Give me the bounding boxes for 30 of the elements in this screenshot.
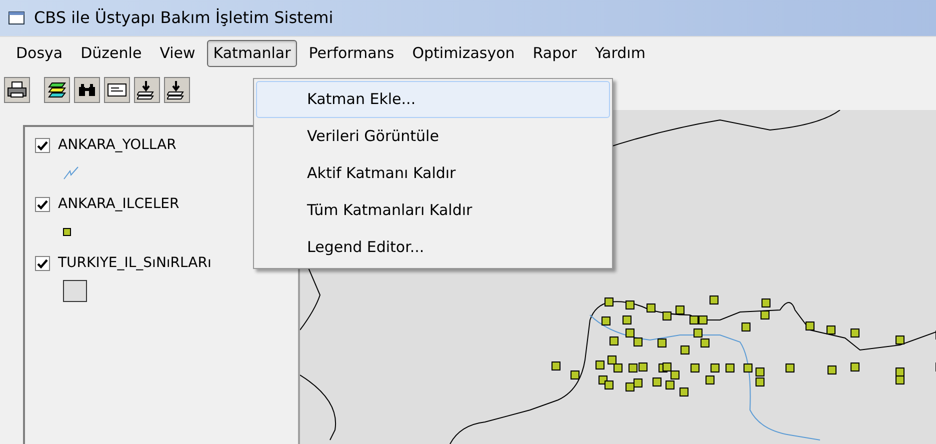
menu-item[interactable]: Optimizasyon (406, 40, 521, 67)
layer-name: TURKIYE_IL_SıNıRLARı (58, 254, 212, 273)
layer-name: ANKARA_ILCELER (58, 195, 180, 214)
window-icon (8, 10, 26, 26)
menu-item[interactable]: Düzenle (74, 40, 148, 67)
polygon-symbol-icon (63, 280, 87, 302)
layer-checkbox[interactable] (35, 256, 50, 271)
menu-item[interactable]: View (154, 40, 202, 67)
binoculars-icon[interactable] (74, 77, 100, 103)
window-title: CBS ile Üstyapı Bakım İşletim Sistemi (34, 7, 334, 29)
line-symbol-icon (63, 166, 79, 180)
print-icon[interactable] (4, 77, 30, 103)
menu-item[interactable]: Rapor (526, 40, 583, 67)
layer-name: ANKARA_YOLLAR (58, 136, 176, 155)
dropdown-item[interactable]: Verileri Görüntüle (256, 118, 610, 155)
dropdown-item[interactable]: Tüm Katmanları Kaldır (256, 192, 610, 229)
layer-checkbox[interactable] (35, 197, 50, 212)
layers-icon[interactable] (44, 77, 70, 103)
dropdown-item[interactable]: Aktif Katmanı Kaldır (256, 155, 610, 192)
dropdown-item[interactable]: Legend Editor... (256, 229, 610, 266)
layer-checkbox[interactable] (35, 138, 50, 153)
menu-item[interactable]: Katmanlar (207, 40, 297, 67)
import-icon[interactable] (164, 77, 190, 103)
menu-item[interactable]: Performans (302, 40, 400, 67)
card-icon[interactable] (104, 77, 130, 103)
menu-item[interactable]: Dosya (10, 40, 69, 67)
menu-item[interactable]: Yardım (588, 40, 652, 67)
point-symbol-icon (63, 228, 71, 236)
dropdown-item[interactable]: Katman Ekle... (256, 81, 610, 118)
import-icon[interactable] (134, 77, 160, 103)
